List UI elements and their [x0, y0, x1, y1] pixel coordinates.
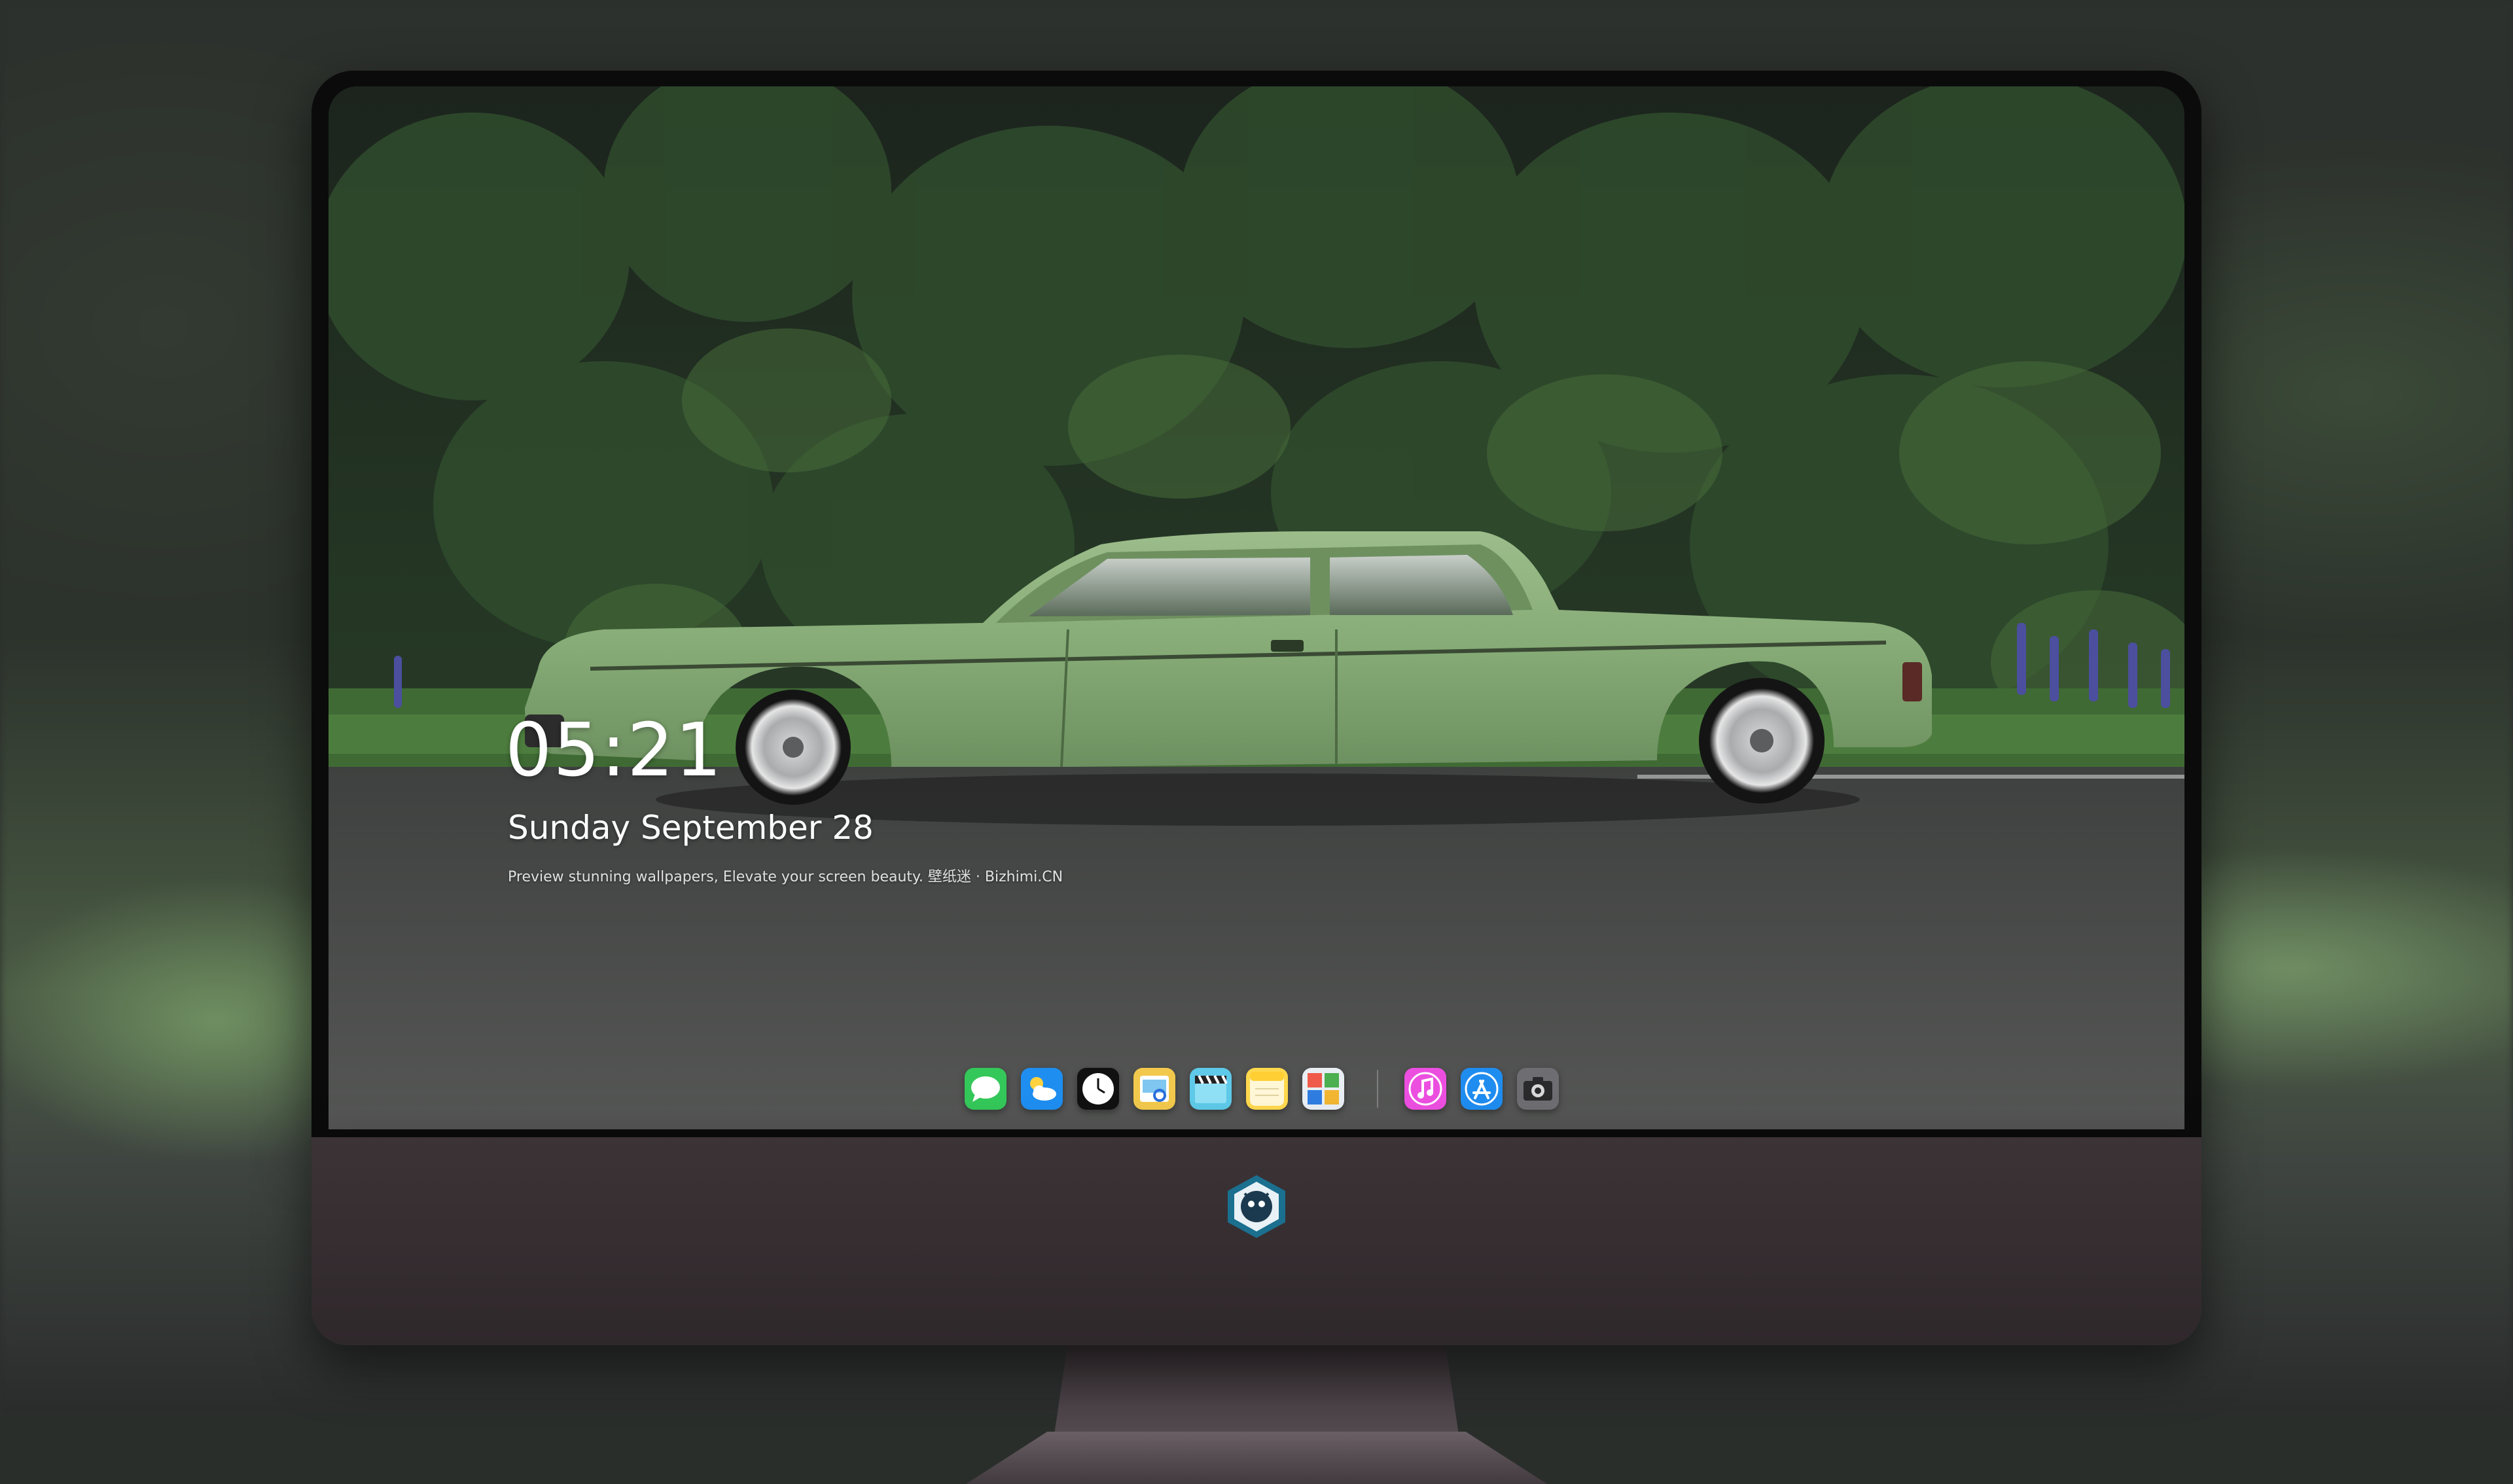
- notes-icon: [1250, 1072, 1284, 1106]
- monitor-chin: [312, 1137, 2201, 1345]
- brand-logo-icon: [1228, 1175, 1285, 1238]
- dock-separator: [1377, 1070, 1378, 1108]
- dock-app-clock[interactable]: [1077, 1068, 1119, 1110]
- lockscreen-date: Sunday September 28: [508, 809, 874, 847]
- dock: [965, 1064, 1573, 1114]
- messages-icon: [971, 1076, 1000, 1102]
- wallpaper-car-forest: [329, 86, 2184, 1129]
- dock-app-weather[interactable]: [1021, 1068, 1063, 1110]
- dock-app-video[interactable]: [1190, 1068, 1232, 1110]
- lockscreen-time: 05:21: [505, 708, 723, 793]
- monitor-stand-base: [966, 1432, 1547, 1484]
- imac-monitor: 05:21 Sunday September 28 Preview stunni…: [312, 71, 2201, 1484]
- dock-app-photos[interactable]: [1302, 1068, 1344, 1110]
- dock-app-camera[interactable]: [1517, 1068, 1559, 1110]
- photo-booth-icon: [1308, 1073, 1339, 1104]
- preview-icon: [1140, 1076, 1169, 1102]
- music-icon: [1408, 1072, 1442, 1106]
- dock-app-messages[interactable]: [965, 1068, 1007, 1110]
- dock-app-app-store[interactable]: [1461, 1068, 1503, 1110]
- lockscreen-tagline: Preview stunning wallpapers, Elevate you…: [508, 869, 1063, 885]
- camera-icon: [1524, 1077, 1552, 1101]
- dock-app-notes[interactable]: [1246, 1068, 1288, 1110]
- app-store-icon: [1465, 1072, 1499, 1106]
- weather-icon: [1030, 1077, 1056, 1101]
- desktop-screen[interactable]: 05:21 Sunday September 28 Preview stunni…: [329, 86, 2184, 1129]
- dock-app-preview[interactable]: [1133, 1068, 1175, 1110]
- dock-app-music[interactable]: [1404, 1068, 1446, 1110]
- video-clapper-icon: [1195, 1075, 1228, 1103]
- clock-icon: [1082, 1073, 1114, 1104]
